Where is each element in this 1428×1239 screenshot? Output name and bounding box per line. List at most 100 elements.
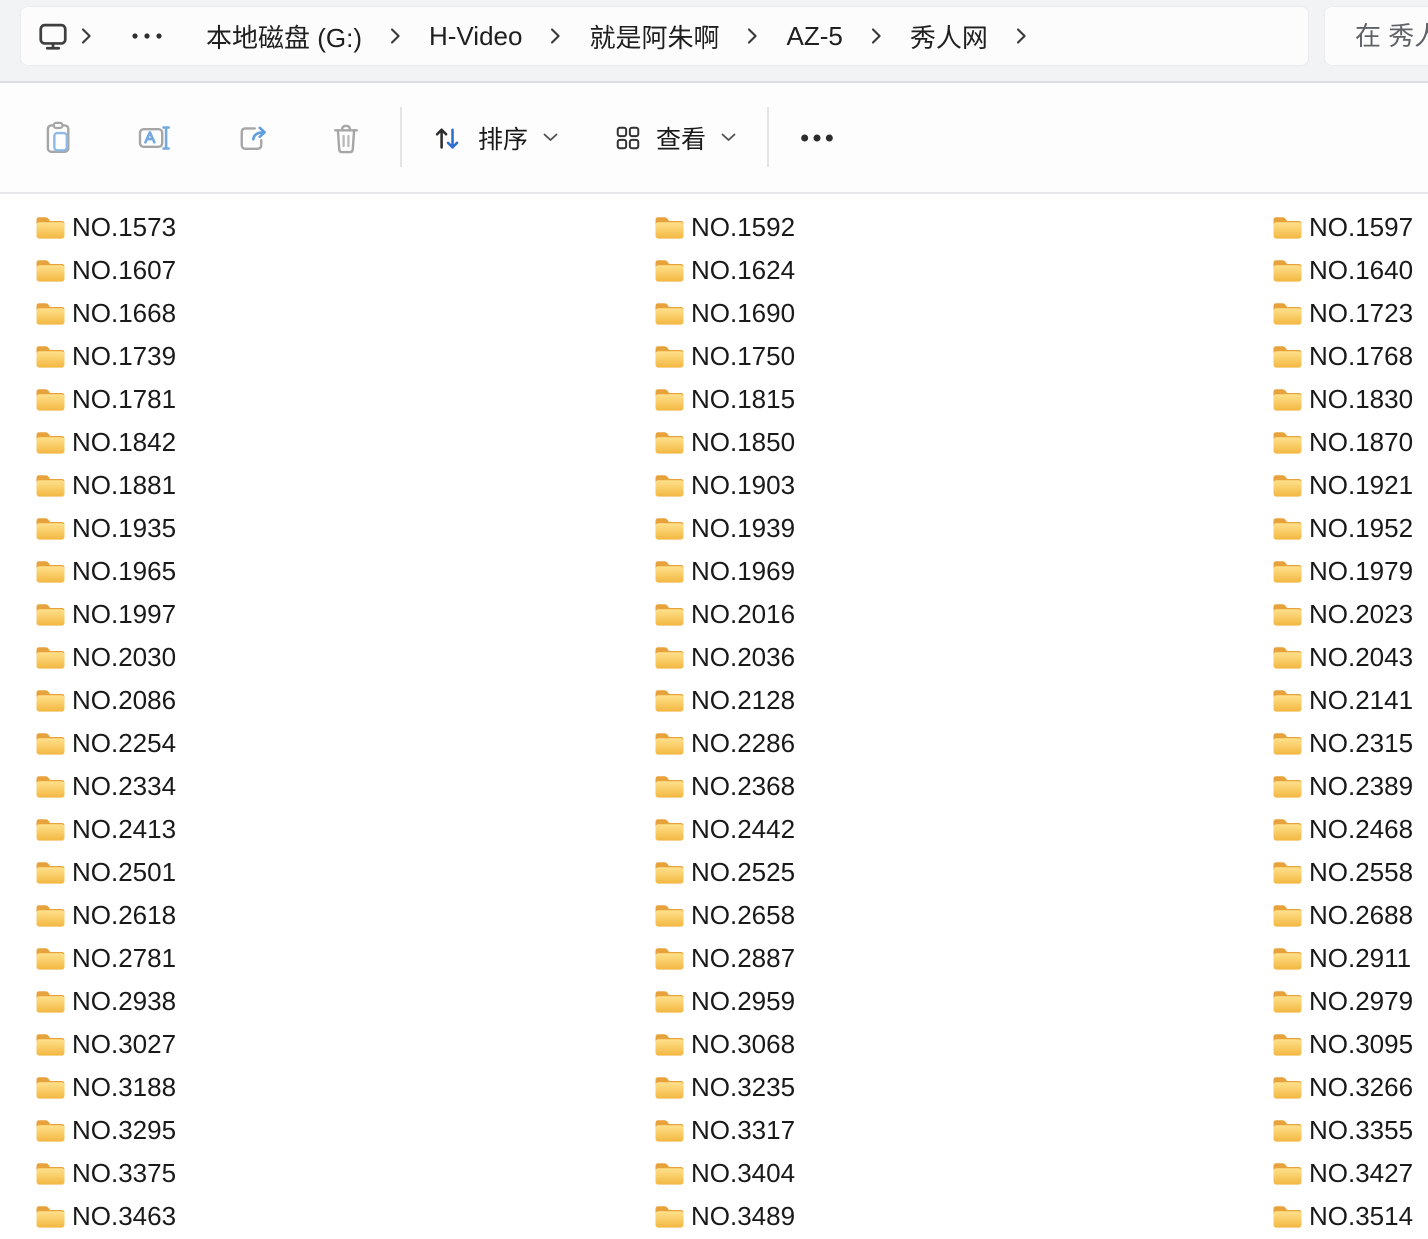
folder-icon	[654, 817, 685, 842]
folder-icon	[35, 903, 66, 928]
folder-item[interactable]: NO.1969	[654, 553, 1272, 591]
folder-item[interactable]: NO.2501	[35, 854, 654, 892]
folder-item[interactable]: NO.1815	[654, 381, 1272, 419]
folder-item[interactable]: NO.2030	[35, 639, 654, 677]
address-bar[interactable]: 本地磁盘 (G:) H-Video 就是阿朱啊 AZ-5 秀人网	[20, 6, 1309, 66]
folder-item[interactable]: NO.2368	[654, 768, 1272, 806]
folder-item[interactable]: NO.2938	[35, 983, 654, 1021]
breadcrumb-item[interactable]: 本地磁盘 (G:)	[190, 13, 378, 59]
folder-item[interactable]: NO.1921	[1272, 467, 1428, 505]
folder-item[interactable]: NO.1768	[1272, 338, 1428, 376]
folder-item[interactable]: NO.3235	[654, 1069, 1272, 1107]
folder-item[interactable]: NO.1607	[35, 252, 654, 290]
folder-item[interactable]: NO.2781	[35, 940, 654, 978]
paste-button[interactable]	[30, 109, 88, 167]
sort-button[interactable]: 排序	[422, 107, 569, 169]
breadcrumb-item[interactable]: AZ-5	[770, 13, 858, 59]
folder-item[interactable]: NO.2911	[1272, 940, 1428, 978]
folder-item[interactable]: NO.1723	[1272, 295, 1428, 333]
folder-item[interactable]: NO.3266	[1272, 1069, 1428, 1107]
folder-item[interactable]: NO.2128	[654, 682, 1272, 720]
folder-item[interactable]: NO.1939	[654, 510, 1272, 548]
folder-item[interactable]: NO.1881	[35, 467, 654, 505]
folder-item[interactable]: NO.3404	[654, 1155, 1272, 1193]
folder-item[interactable]: NO.2979	[1272, 983, 1428, 1021]
folder-item[interactable]: NO.2389	[1272, 768, 1428, 806]
folder-item[interactable]: NO.3027	[35, 1026, 654, 1064]
folder-item[interactable]: NO.1573	[35, 209, 654, 247]
folder-item[interactable]: NO.2618	[35, 897, 654, 935]
breadcrumb-overflow-button[interactable]	[104, 13, 190, 59]
breadcrumb-item-label: 本地磁盘 (G:)	[206, 18, 362, 55]
folder-icon	[35, 1204, 66, 1229]
folder-item[interactable]: NO.2286	[654, 725, 1272, 763]
folder-item[interactable]: NO.3355	[1272, 1112, 1428, 1150]
folder-item[interactable]: NO.1592	[654, 209, 1272, 247]
folder-icon	[654, 1204, 685, 1229]
rename-button[interactable]	[126, 109, 184, 167]
folder-item[interactable]: NO.2334	[35, 768, 654, 806]
folder-item[interactable]: NO.3489	[654, 1198, 1272, 1236]
search-input[interactable]	[1355, 21, 1428, 52]
breadcrumb-root-this-pc[interactable]	[37, 13, 69, 59]
folder-item[interactable]: NO.2023	[1272, 596, 1428, 634]
folder-item[interactable]: NO.2525	[654, 854, 1272, 892]
folder-item[interactable]: NO.1750	[654, 338, 1272, 376]
folder-item[interactable]: NO.2413	[35, 811, 654, 849]
folder-item[interactable]: NO.1597	[1272, 209, 1428, 247]
folder-item[interactable]: NO.2658	[654, 897, 1272, 935]
breadcrumb-chevron-icon	[550, 27, 561, 45]
share-button[interactable]	[224, 109, 282, 167]
folder-item[interactable]: NO.1870	[1272, 424, 1428, 462]
breadcrumb-item[interactable]: H-Video	[413, 13, 538, 59]
folder-item[interactable]: NO.1830	[1272, 381, 1428, 419]
folder-item[interactable]: NO.2959	[654, 983, 1272, 1021]
folder-item[interactable]: NO.3463	[35, 1198, 654, 1236]
folder-item[interactable]: NO.2036	[654, 639, 1272, 677]
folder-item[interactable]: NO.2016	[654, 596, 1272, 634]
folder-item[interactable]: NO.3295	[35, 1112, 654, 1150]
folder-item[interactable]: NO.1640	[1272, 252, 1428, 290]
folder-name: NO.1781	[72, 384, 176, 415]
folder-item[interactable]: NO.1781	[35, 381, 654, 419]
folder-item[interactable]: NO.1624	[654, 252, 1272, 290]
folder-item[interactable]: NO.3427	[1272, 1155, 1428, 1193]
folder-item[interactable]: NO.1842	[35, 424, 654, 462]
folder-item[interactable]: NO.1979	[1272, 553, 1428, 591]
folder-item[interactable]: NO.1690	[654, 295, 1272, 333]
folder-item[interactable]: NO.1739	[35, 338, 654, 376]
folder-item[interactable]: NO.3068	[654, 1026, 1272, 1064]
folder-icon	[654, 1075, 685, 1100]
view-button[interactable]: 查看	[604, 107, 747, 169]
folder-name: NO.1750	[691, 341, 795, 372]
folder-item[interactable]: NO.2086	[35, 682, 654, 720]
folder-item[interactable]: NO.2887	[654, 940, 1272, 978]
folder-item[interactable]: NO.1935	[35, 510, 654, 548]
folder-item[interactable]: NO.3317	[654, 1112, 1272, 1150]
more-options-button[interactable]	[788, 109, 846, 167]
folder-item[interactable]: NO.1668	[35, 295, 654, 333]
folder-item[interactable]: NO.2558	[1272, 854, 1428, 892]
folder-item[interactable]: NO.1965	[35, 553, 654, 591]
folder-item[interactable]: NO.2688	[1272, 897, 1428, 935]
folder-item[interactable]: NO.1997	[35, 596, 654, 634]
folder-item[interactable]: NO.3095	[1272, 1026, 1428, 1064]
folder-item[interactable]: NO.2315	[1272, 725, 1428, 763]
folder-item[interactable]: NO.3375	[35, 1155, 654, 1193]
folder-item[interactable]: NO.1850	[654, 424, 1272, 462]
folder-item[interactable]: NO.2468	[1272, 811, 1428, 849]
folder-item[interactable]: NO.1952	[1272, 510, 1428, 548]
folder-item[interactable]: NO.1903	[654, 467, 1272, 505]
folder-item[interactable]: NO.3188	[35, 1069, 654, 1107]
folder-item[interactable]: NO.2254	[35, 725, 654, 763]
folder-item[interactable]: NO.3514	[1272, 1198, 1428, 1236]
delete-button[interactable]	[317, 109, 375, 167]
folder-item[interactable]: NO.2043	[1272, 639, 1428, 677]
search-box[interactable]	[1324, 6, 1428, 66]
folder-item[interactable]: NO.2141	[1272, 682, 1428, 720]
folder-name: NO.1939	[691, 513, 795, 544]
folder-icon	[654, 989, 685, 1014]
folder-item[interactable]: NO.2442	[654, 811, 1272, 849]
breadcrumb-item[interactable]: 秀人网	[894, 13, 1004, 59]
breadcrumb-item[interactable]: 就是阿朱啊	[573, 13, 735, 59]
